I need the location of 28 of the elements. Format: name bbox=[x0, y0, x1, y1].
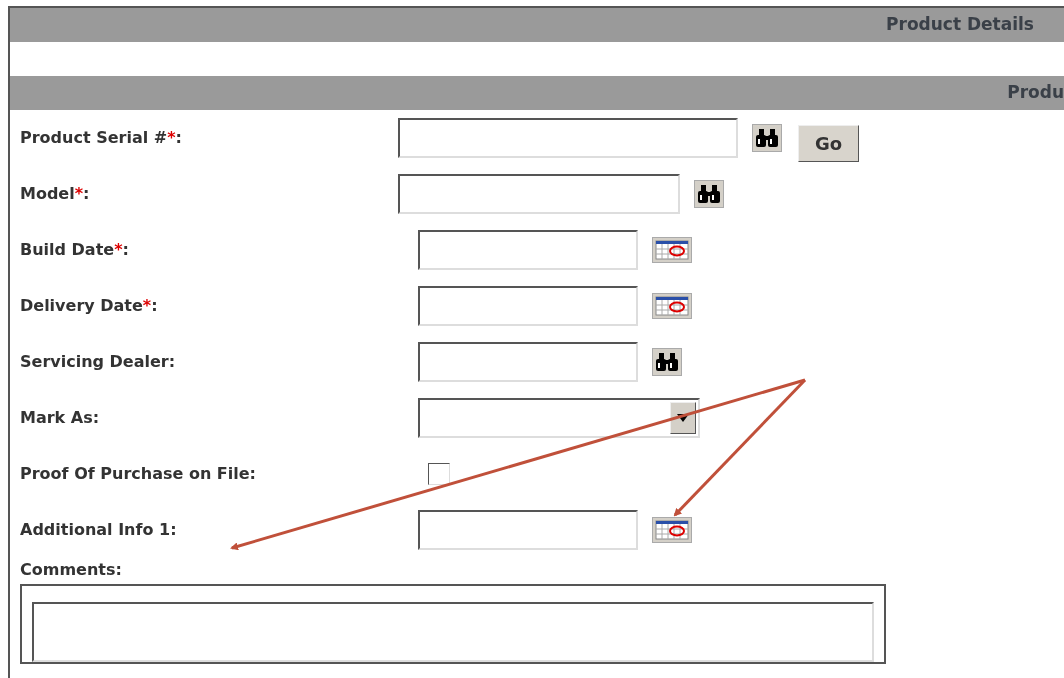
section-bar: Produ bbox=[10, 76, 1064, 110]
binoculars-icon[interactable] bbox=[694, 180, 724, 208]
calendar-icon[interactable] bbox=[652, 517, 692, 543]
input-field[interactable] bbox=[418, 230, 638, 270]
input-field[interactable] bbox=[418, 342, 638, 382]
input-field[interactable] bbox=[398, 174, 680, 214]
field-label: Servicing Dealer: bbox=[20, 351, 177, 373]
field-label: Build Date*: bbox=[20, 239, 130, 261]
field-label: Comments: bbox=[20, 560, 122, 579]
field-label: Delivery Date*: bbox=[20, 295, 159, 317]
input-field[interactable] bbox=[418, 510, 638, 550]
calendar-icon[interactable] bbox=[652, 293, 692, 319]
field-label: Mark As: bbox=[20, 407, 101, 429]
field-label: Model*: bbox=[20, 183, 91, 205]
checkbox[interactable] bbox=[428, 463, 450, 485]
binoculars-icon[interactable] bbox=[752, 124, 782, 152]
header-bar: Product Details bbox=[10, 8, 1064, 42]
field-label: Additional Info 1: bbox=[20, 519, 178, 541]
input-field[interactable] bbox=[418, 286, 638, 326]
calendar-icon[interactable] bbox=[652, 237, 692, 263]
binoculars-icon[interactable] bbox=[652, 348, 682, 376]
comments-field[interactable] bbox=[32, 602, 874, 662]
field-label: Proof Of Purchase on File: bbox=[20, 463, 257, 485]
field-label: Product Serial #*: bbox=[20, 127, 183, 149]
input-field[interactable] bbox=[398, 118, 738, 158]
caret-icon bbox=[670, 402, 696, 434]
go-button[interactable]: Go bbox=[798, 124, 860, 162]
dropdown[interactable] bbox=[418, 398, 700, 438]
